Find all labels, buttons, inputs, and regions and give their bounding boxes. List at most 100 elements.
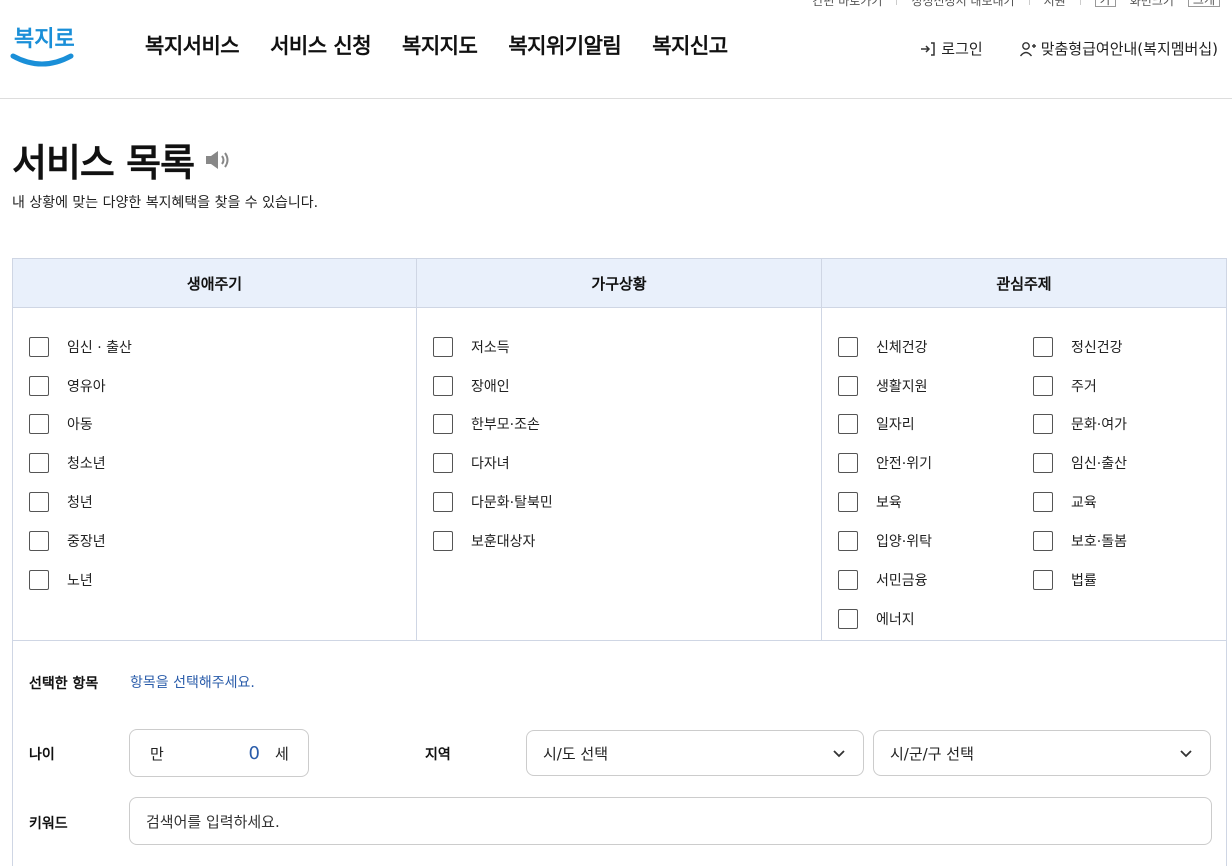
checkbox-physical-health[interactable]: 신체건강 — [838, 337, 928, 357]
checkbox-mental-health[interactable]: 정신건강 — [1033, 337, 1123, 357]
age-suffix: 세 — [275, 744, 289, 763]
checkbox-education[interactable]: 교육 — [1033, 492, 1097, 512]
checkbox-box[interactable] — [29, 337, 49, 357]
sido-select[interactable]: 시/도 선택 — [526, 730, 864, 776]
checkbox-label: 보훈대상자 — [471, 534, 536, 550]
checkbox-box[interactable] — [433, 337, 453, 357]
checkbox-veteran[interactable]: 보훈대상자 — [433, 531, 535, 551]
checkbox-middle-aged[interactable]: 중장년 — [29, 531, 106, 551]
checkbox-energy[interactable]: 에너지 — [838, 609, 915, 629]
checkbox-low-income[interactable]: 저소득 — [433, 337, 510, 357]
checkbox-box[interactable] — [838, 492, 858, 512]
checkbox-label: 주거 — [1071, 379, 1097, 395]
page-title-area: 서비스 목록 — [12, 132, 232, 187]
user-add-icon — [1019, 41, 1036, 56]
checkbox-label: 정신건강 — [1071, 340, 1123, 356]
nav-welfare-map[interactable]: 복지지도 — [402, 30, 478, 60]
checkbox-childcare[interactable]: 보육 — [838, 492, 902, 512]
checkbox-box[interactable] — [838, 337, 858, 357]
checkbox-box[interactable] — [29, 453, 49, 473]
checkbox-disabled[interactable]: 장애인 — [433, 376, 510, 396]
checkbox-housing[interactable]: 주거 — [1033, 376, 1097, 396]
checkbox-safety-crisis[interactable]: 안전·위기 — [838, 453, 932, 473]
checkbox-child[interactable]: 아동 — [29, 414, 93, 434]
age-prefix: 만 — [150, 744, 164, 763]
filter-headers: 생애주기 가구상황 관심주제 — [13, 259, 1226, 308]
checkbox-box[interactable] — [1033, 492, 1053, 512]
checkbox-box[interactable] — [433, 414, 453, 434]
checkbox-culture[interactable]: 문화·여가 — [1033, 414, 1127, 434]
checkbox-pregnancy-interest[interactable]: 임신·출산 — [1033, 453, 1127, 473]
checkbox-box[interactable] — [433, 492, 453, 512]
age-value[interactable]: 0 — [240, 743, 260, 764]
checkbox-box[interactable] — [1033, 531, 1053, 551]
keyword-input[interactable]: 검색어를 입력하세요. — [129, 797, 1212, 845]
interest-column: 신체건강 생활지원 일자리 안전·위기 보육 입양·위탁 서민금융 에너지 정신… — [822, 308, 1226, 640]
checkbox-box[interactable] — [838, 531, 858, 551]
sigungu-select-value: 시/군/구 선택 — [890, 744, 974, 763]
main-nav: 복지서비스 서비스 신청 복지지도 복지위기알림 복지신고 — [145, 30, 728, 60]
checkbox-label: 저소득 — [471, 340, 510, 356]
checkbox-label: 중장년 — [67, 534, 106, 550]
checkbox-box[interactable] — [433, 531, 453, 551]
checkbox-label: 다문화·탈북민 — [471, 495, 553, 511]
checkbox-box[interactable] — [1033, 376, 1053, 396]
checkbox-box[interactable] — [1033, 337, 1053, 357]
checkbox-living-support[interactable]: 생활지원 — [838, 376, 928, 396]
checkbox-pregnancy[interactable]: 임신 · 출산 — [29, 337, 132, 357]
nav-crisis-alert[interactable]: 복지위기알림 — [508, 30, 621, 60]
nav-welfare-report[interactable]: 복지신고 — [652, 30, 728, 60]
checkbox-multicultural[interactable]: 다문화·탈북민 — [433, 492, 553, 512]
checkbox-label: 보호·돌봄 — [1071, 534, 1127, 550]
checkbox-jobs[interactable]: 일자리 — [838, 414, 915, 434]
checkbox-box[interactable] — [838, 453, 858, 473]
keyword-placeholder: 검색어를 입력하세요. — [146, 812, 280, 831]
checkbox-label: 교육 — [1071, 495, 1097, 511]
age-input[interactable]: 만 0 세 — [129, 729, 309, 777]
checkbox-youth[interactable]: 청소년 — [29, 453, 106, 473]
checkbox-box[interactable] — [838, 376, 858, 396]
checkbox-box[interactable] — [433, 453, 453, 473]
checkbox-box[interactable] — [838, 414, 858, 434]
checkbox-box[interactable] — [433, 376, 453, 396]
lifecycle-column: 임신 · 출산 영유아 아동 청소년 청년 중장년 노년 — [13, 308, 417, 640]
checkbox-box[interactable] — [1033, 570, 1053, 590]
checkbox-care[interactable]: 보호·돌봄 — [1033, 531, 1127, 551]
checkbox-single-parent[interactable]: 한부모·조손 — [433, 414, 540, 434]
nav-service-apply[interactable]: 서비스 신청 — [270, 30, 371, 60]
checkbox-label: 생활지원 — [876, 379, 928, 395]
checkbox-box[interactable] — [1033, 453, 1053, 473]
checkbox-young-adult[interactable]: 청년 — [29, 492, 93, 512]
checkbox-label: 청년 — [67, 495, 93, 511]
bokjiro-logo-icon[interactable]: 복지로 — [10, 16, 74, 72]
sido-select-value: 시/도 선택 — [543, 744, 609, 763]
checkbox-legal[interactable]: 법률 — [1033, 570, 1097, 590]
nav-welfare-services[interactable]: 복지서비스 — [145, 30, 240, 60]
checkbox-box[interactable] — [29, 376, 49, 396]
checkbox-box[interactable] — [29, 570, 49, 590]
checkbox-label: 신체건강 — [876, 340, 928, 356]
login-link[interactable]: 로그인 — [919, 38, 983, 59]
checkbox-box[interactable] — [29, 492, 49, 512]
checkbox-box[interactable] — [1033, 414, 1053, 434]
checkbox-infant[interactable]: 영유아 — [29, 376, 106, 396]
checkbox-label: 한부모·조손 — [471, 417, 540, 433]
checkbox-label: 안전·위기 — [876, 456, 932, 472]
checkbox-label: 입양·위탁 — [876, 534, 932, 550]
age-label: 나이 — [29, 747, 55, 763]
checkbox-multi-child[interactable]: 다자녀 — [433, 453, 510, 473]
checkbox-box[interactable] — [29, 414, 49, 434]
checkbox-adoption[interactable]: 입양·위탁 — [838, 531, 932, 551]
checkbox-senior[interactable]: 노년 — [29, 570, 93, 590]
login-icon — [921, 41, 936, 56]
sigungu-select[interactable]: 시/군/구 선택 — [873, 730, 1211, 776]
speaker-icon[interactable] — [204, 148, 232, 172]
checkbox-label: 임신·출산 — [1071, 456, 1127, 472]
checkbox-microfinance[interactable]: 서민금융 — [838, 570, 928, 590]
checkbox-box[interactable] — [29, 531, 49, 551]
checkbox-label: 노년 — [67, 573, 93, 589]
membership-link[interactable]: 맞춤형급여안내(복지멤버십) — [1019, 38, 1218, 59]
checkbox-box[interactable] — [838, 609, 858, 629]
header-lifecycle: 생애주기 — [13, 259, 417, 307]
checkbox-box[interactable] — [838, 570, 858, 590]
